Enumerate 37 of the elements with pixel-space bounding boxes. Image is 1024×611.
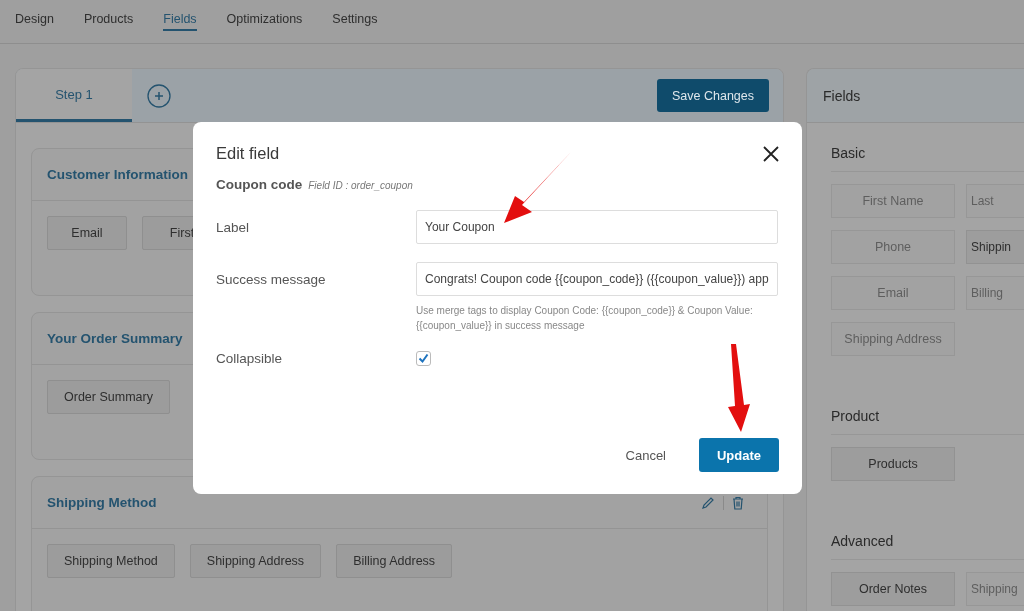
checkbox[interactable] — [416, 351, 431, 366]
field-id: Field ID : order_coupon — [308, 180, 413, 191]
help-text: Use merge tags to display Coupon Code: {{coupon_code}} & Coupon Value: {{coupon_value}} in success message — [416, 304, 754, 333]
field-chip[interactable]: Shippin — [966, 230, 1024, 264]
nav-tab[interactable]: Fields — [163, 0, 197, 31]
nav-tab[interactable]: Design — [15, 0, 54, 29]
group-title: Product — [831, 408, 880, 424]
pencil-icon[interactable] — [701, 495, 715, 510]
add-step-icon[interactable] — [147, 83, 171, 108]
field-chip[interactable]: Order Summary — [47, 380, 170, 414]
input-field[interactable]: Congrats! Coupon code {{coupon_code}} ({{coupon_value}}) app — [416, 262, 778, 296]
field-chip[interactable]: Order Notes — [831, 572, 955, 606]
nav-tab[interactable]: Settings — [332, 0, 378, 29]
field-label: Success message — [216, 271, 327, 287]
trash-icon[interactable] — [732, 495, 744, 510]
section-title: Your Order Summary — [47, 331, 183, 346]
close-icon[interactable] — [763, 145, 779, 162]
field-label: Collapsible — [216, 351, 284, 366]
section-title: Shipping Method — [47, 495, 157, 510]
nav-tab[interactable]: Optimizations — [226, 0, 303, 29]
nav-tab[interactable]: Products — [83, 0, 134, 29]
field-chip[interactable]: Shipping Address — [189, 544, 322, 578]
group-title: Advanced — [831, 533, 894, 549]
field-chip[interactable]: Email — [47, 216, 127, 250]
field-chip[interactable]: Products — [831, 447, 955, 481]
cancel-button[interactable]: Cancel — [613, 439, 678, 471]
section-title: Customer Information — [47, 167, 188, 182]
field-chip[interactable]: Billing Address — [336, 544, 453, 578]
dialog-title: Edit field — [216, 144, 280, 163]
input-field[interactable]: Your Coupon — [416, 210, 778, 244]
step-tab[interactable]: Step 1 — [16, 69, 132, 122]
field-name: Coupon code — [216, 177, 303, 192]
field-chip[interactable]: Shipping Method — [47, 544, 175, 578]
group-title: Basic — [831, 145, 866, 161]
update-button[interactable]: Update — [699, 438, 779, 472]
panel-title: Fields — [823, 87, 861, 104]
save-changes-button[interactable]: Save Changes — [657, 79, 769, 112]
